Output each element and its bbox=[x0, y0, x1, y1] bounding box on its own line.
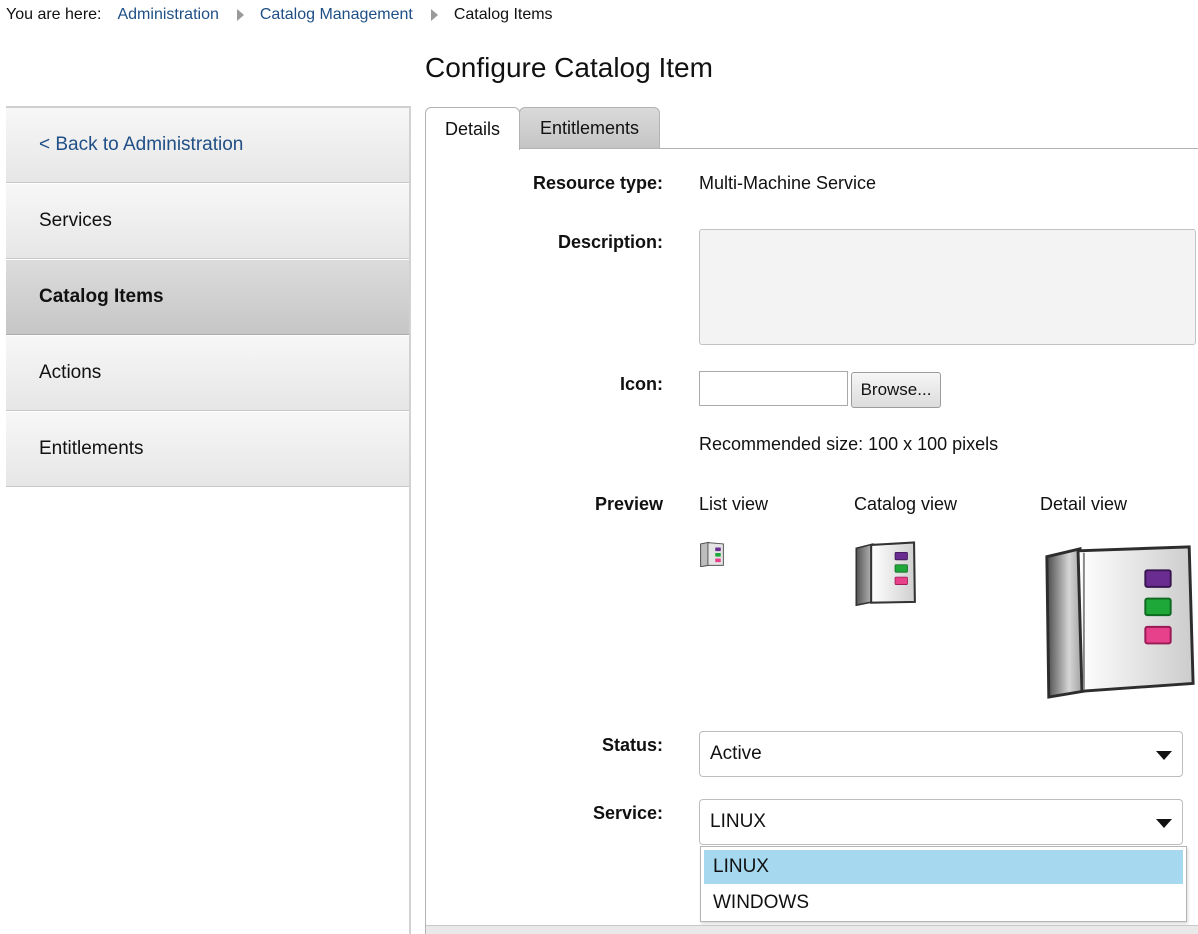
page-title: Configure Catalog Item bbox=[425, 52, 713, 83]
chevron-down-icon bbox=[1156, 751, 1172, 760]
sidebar-item-services[interactable]: Services bbox=[6, 184, 409, 259]
service-dropdown-list: LINUX WINDOWS bbox=[700, 846, 1187, 922]
breadcrumb-prefix: You are here: bbox=[6, 6, 102, 23]
book-catalog-icon bbox=[700, 541, 724, 567]
sidebar-item-entitlements[interactable]: Entitlements bbox=[6, 412, 409, 487]
book-catalog-icon bbox=[1045, 545, 1195, 699]
icon-size-hint: Recommended size: 100 x 100 pixels bbox=[699, 434, 999, 454]
description-field[interactable] bbox=[699, 229, 1196, 345]
book-catalog-icon bbox=[855, 541, 916, 606]
resource-type-value: Multi-Machine Service bbox=[699, 173, 877, 193]
breadcrumb-separator-icon bbox=[236, 9, 244, 21]
browse-button[interactable]: Browse... bbox=[851, 372, 941, 408]
service-select[interactable]: LINUX bbox=[699, 799, 1183, 845]
breadcrumb-separator-icon bbox=[430, 9, 438, 21]
breadcrumb-link-administration[interactable]: Administration bbox=[117, 6, 218, 24]
icon-file-input[interactable] bbox=[699, 371, 848, 406]
chevron-down-icon bbox=[1156, 819, 1172, 828]
status-select-value: Active bbox=[710, 743, 762, 764]
breadcrumb: You are here: Administration Catalog Man… bbox=[6, 5, 553, 25]
icon-label: Icon: bbox=[620, 374, 663, 394]
preview-detail-view-label: Detail view bbox=[1040, 494, 1128, 514]
preview-catalog-view-label: Catalog view bbox=[854, 494, 958, 514]
sidebar: < Back to Administration Services Catalo… bbox=[6, 106, 411, 934]
sidebar-item-actions[interactable]: Actions bbox=[6, 336, 409, 411]
tab-entitlements[interactable]: Entitlements bbox=[519, 107, 660, 149]
preview-label: Preview bbox=[594, 494, 663, 514]
service-select-value: LINUX bbox=[710, 811, 766, 832]
service-option-windows[interactable]: WINDOWS bbox=[704, 886, 1183, 920]
tab-details[interactable]: Details bbox=[425, 107, 520, 150]
status-label: Status: bbox=[601, 735, 663, 755]
sidebar-item-catalog-items[interactable]: Catalog Items bbox=[6, 260, 409, 335]
resource-type-label: Resource type: bbox=[532, 173, 663, 193]
service-label: Service: bbox=[592, 803, 663, 823]
breadcrumb-link-catalog-management[interactable]: Catalog Management bbox=[260, 6, 413, 24]
status-select[interactable]: Active bbox=[699, 731, 1183, 777]
sidebar-item-back-to-administration[interactable]: < Back to Administration bbox=[6, 108, 409, 183]
breadcrumb-current: Catalog Items bbox=[453, 6, 553, 23]
panel-footer-bar bbox=[426, 925, 1198, 934]
preview-list-view-label: List view bbox=[699, 494, 769, 514]
description-label: Description: bbox=[557, 232, 663, 252]
service-option-linux[interactable]: LINUX bbox=[704, 850, 1183, 884]
